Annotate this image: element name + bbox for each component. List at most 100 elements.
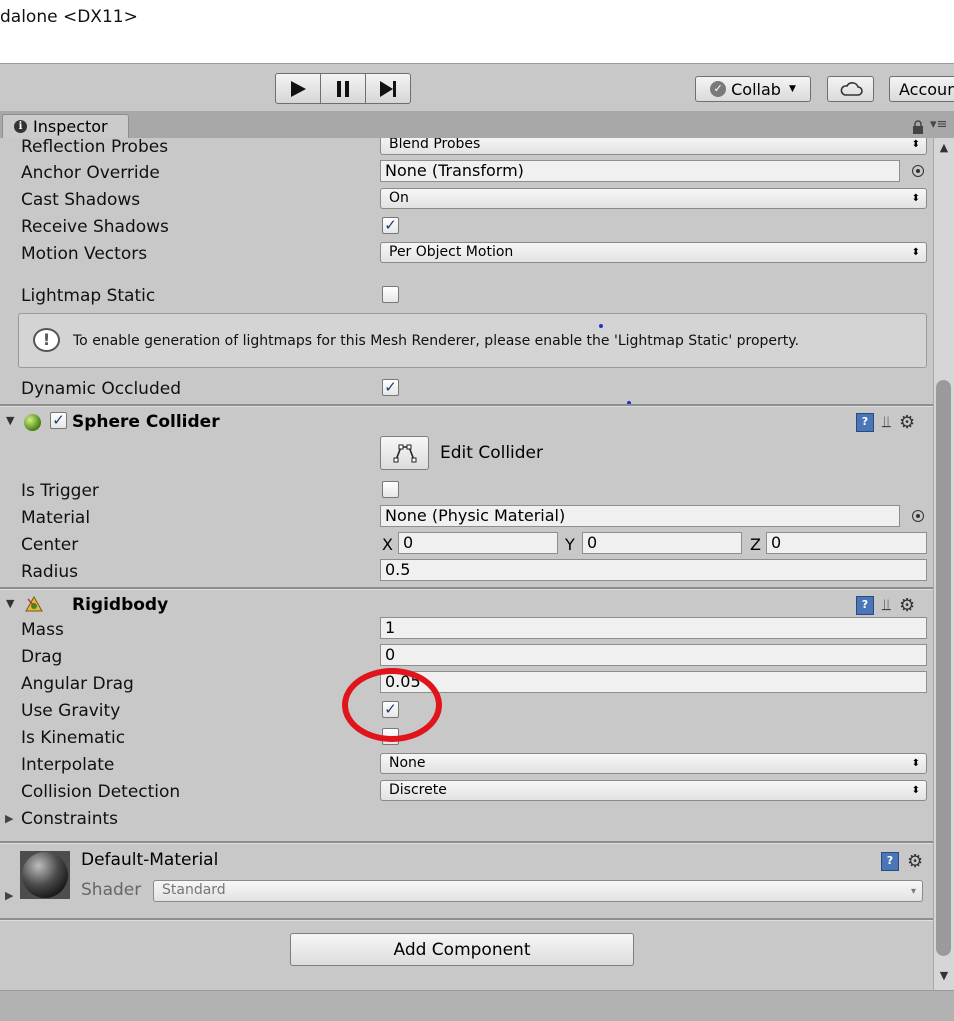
info-icon: i (14, 120, 27, 133)
foldout-arrow-icon[interactable]: ▼ (6, 414, 14, 427)
foldout-right-arrow-icon[interactable]: ▶ (5, 812, 13, 825)
rigidbody-icon (25, 595, 43, 612)
account-button[interactable]: Accoun (889, 76, 954, 102)
drag-row: Drag 0 (0, 644, 933, 671)
presets-icon[interactable]: ⫫ (882, 595, 891, 615)
lightmap-help-box: ! To enable generation of lightmaps for … (18, 313, 927, 368)
anchor-override-row: Anchor Override None (Transform) (0, 160, 933, 187)
object-picker-icon[interactable] (912, 510, 924, 522)
gear-icon[interactable]: ⚙ (899, 595, 915, 616)
anchor-override-field[interactable]: None (Transform) (380, 160, 900, 182)
inspector-scrollbar[interactable]: ▲ ▼ (933, 138, 954, 990)
is-trigger-label: Is Trigger (21, 481, 99, 501)
receive-shadows-checkbox[interactable]: ✓ (382, 217, 399, 234)
motion-vectors-dropdown[interactable]: Per Object Motion ⬍ (380, 242, 927, 263)
play-controls (275, 73, 411, 104)
center-x-field[interactable]: 0 (398, 532, 558, 554)
chevron-down-icon: ▾ (910, 886, 916, 897)
help-book-icon[interactable]: ? (856, 412, 874, 432)
chevron-down-icon: ▼ (788, 84, 796, 94)
tab-inspector[interactable]: i Inspector (2, 114, 129, 138)
sphere-collider-icon (24, 414, 41, 431)
drag-field[interactable]: 0 (380, 644, 927, 666)
collab-label: Collab (731, 79, 781, 99)
collision-detection-dropdown[interactable]: Discrete ⬍ (380, 780, 927, 801)
mass-field[interactable]: 1 (380, 617, 927, 639)
presets-icon[interactable]: ⫫ (882, 412, 891, 432)
dynamic-occluded-row: Dynamic Occluded ✓ (0, 376, 933, 403)
help-book-icon[interactable]: ? (856, 595, 874, 615)
lightmap-help-message: To enable generation of lightmaps for th… (73, 333, 800, 349)
collab-button[interactable]: ✓ Collab ▼ (695, 76, 811, 102)
constraints-row[interactable]: ▶ Constraints (0, 806, 933, 833)
updown-arrow-icon: ⬍ (911, 247, 920, 258)
radius-field[interactable]: 0.5 (380, 559, 927, 581)
updown-arrow-icon: ⬍ (911, 139, 920, 150)
is-trigger-checkbox[interactable] (382, 481, 399, 498)
center-z-label: Z (750, 535, 761, 554)
cloud-icon (840, 82, 863, 96)
interpolate-label: Interpolate (21, 755, 115, 775)
gear-icon[interactable]: ⚙ (907, 851, 923, 872)
lightmap-static-row: Lightmap Static (0, 283, 933, 310)
account-label: Accoun (899, 79, 954, 99)
center-z-field[interactable]: 0 (766, 532, 927, 554)
scroll-up-arrow-icon[interactable]: ▲ (934, 140, 954, 156)
sphere-collider-header[interactable]: ▼ ✓ Sphere Collider ? ⫫ ⚙ (0, 407, 933, 437)
checkmark-icon: ✓ (52, 411, 65, 429)
play-button[interactable] (275, 73, 321, 104)
component-separator (0, 841, 933, 844)
reflection-probes-dropdown[interactable]: Blend Probes ⬍ (380, 138, 927, 155)
cast-shadows-label: Cast Shadows (21, 190, 141, 210)
add-component-label: Add Component (393, 939, 531, 960)
pause-button[interactable] (320, 73, 366, 104)
edit-collider-label: Edit Collider (440, 443, 544, 463)
center-y-field[interactable]: 0 (582, 532, 742, 554)
anchor-override-value: None (Transform) (385, 161, 524, 180)
foldout-right-arrow-icon[interactable]: ▶ (5, 889, 13, 902)
angular-drag-row: Angular Drag 0.05 (0, 671, 933, 698)
foldout-arrow-icon[interactable]: ▼ (6, 597, 14, 610)
help-book-icon[interactable]: ? (881, 851, 899, 871)
collider-material-field[interactable]: None (Physic Material) (380, 505, 900, 527)
material-header-icons: ? ⚙ (881, 851, 923, 872)
cast-shadows-value: On (389, 190, 409, 206)
angular-drag-field[interactable]: 0.05 (380, 671, 927, 693)
shader-label: Shader (81, 880, 142, 900)
collision-detection-row: Collision Detection Discrete ⬍ (0, 779, 933, 806)
collider-material-row: Material None (Physic Material) (0, 505, 933, 532)
scrollbar-thumb[interactable] (936, 380, 951, 956)
tab-inspector-label: Inspector (33, 117, 108, 136)
warning-icon: ! (33, 328, 60, 352)
sphere-collider-enabled-checkbox[interactable]: ✓ (50, 412, 67, 429)
play-icon (291, 80, 306, 97)
sphere-collider-title: Sphere Collider (72, 412, 220, 432)
use-gravity-label: Use Gravity (21, 701, 121, 721)
edit-collider-button[interactable] (380, 436, 429, 470)
gear-icon[interactable]: ⚙ (899, 412, 915, 433)
center-x-value: 0 (403, 533, 414, 552)
anchor-override-label: Anchor Override (21, 163, 160, 183)
constraints-label: Constraints (21, 809, 118, 829)
scroll-down-arrow-icon[interactable]: ▼ (934, 968, 954, 984)
lock-icon[interactable] (912, 119, 924, 138)
interpolate-dropdown[interactable]: None ⬍ (380, 753, 927, 774)
pause-icon (337, 80, 349, 97)
lightmap-static-checkbox[interactable] (382, 286, 399, 303)
radius-label: Radius (21, 562, 79, 582)
updown-arrow-icon: ⬍ (911, 758, 920, 769)
add-component-button[interactable]: Add Component (290, 933, 634, 966)
rigidbody-header[interactable]: ▼ Rigidbody ? ⫫ ⚙ (0, 590, 933, 620)
toolbar: ✓ Collab ▼ Accoun (0, 63, 954, 112)
cast-shadows-dropdown[interactable]: On ⬍ (380, 188, 927, 209)
cloud-button[interactable] (827, 76, 874, 102)
tab-bar: i Inspector ▾≡ (0, 111, 954, 138)
shader-dropdown[interactable]: Standard ▾ (153, 880, 923, 902)
panel-menu-icon[interactable]: ▾≡ (930, 117, 947, 132)
step-button[interactable] (365, 73, 411, 104)
dynamic-occluded-checkbox[interactable]: ✓ (382, 379, 399, 396)
object-picker-icon[interactable] (912, 165, 924, 177)
center-row: Center X 0 Y 0 Z 0 (0, 532, 933, 559)
rigidbody-title: Rigidbody (72, 595, 169, 615)
center-y-label: Y (565, 535, 575, 554)
